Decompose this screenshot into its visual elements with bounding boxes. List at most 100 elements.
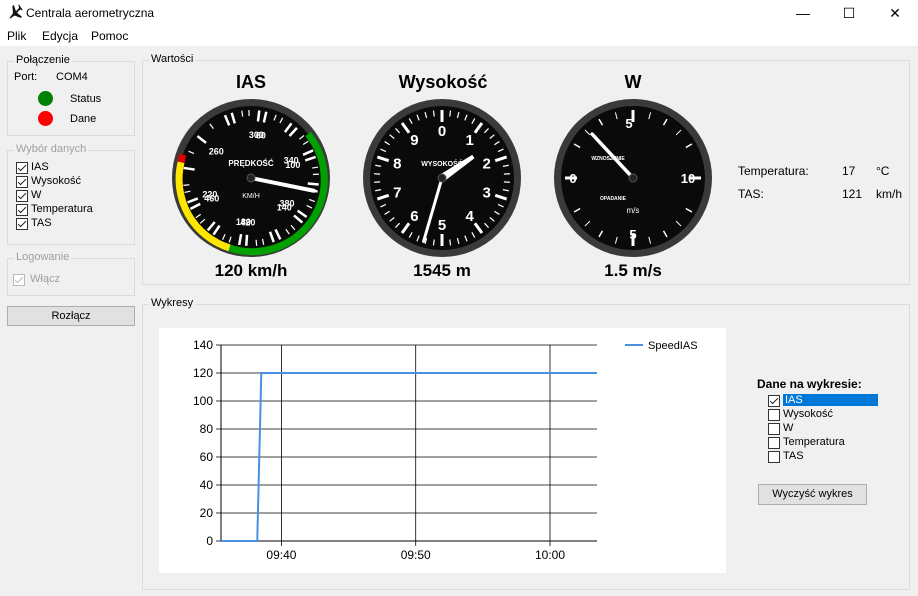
- y-tick-label: 80: [200, 422, 214, 436]
- gauge-tick: [245, 234, 249, 246]
- charts-group-label: Wykresy: [149, 297, 196, 309]
- logging-group: Logowanie Włącz: [7, 251, 135, 296]
- port-label: Port:: [14, 71, 38, 83]
- data-led: [38, 111, 53, 126]
- checkbox-box[interactable]: [768, 395, 780, 407]
- status-led: [38, 91, 53, 106]
- altitude-scale-label: 6: [410, 208, 418, 225]
- values-group-label: Wartości: [149, 53, 196, 65]
- vario-label-left: 0: [569, 171, 576, 186]
- ias-dial-caption: PRĘDKOŚĆ: [228, 159, 274, 168]
- altitude-scale-label: 9: [410, 132, 418, 149]
- tas-unit: km/h: [876, 187, 903, 201]
- checkbox-box[interactable]: [768, 409, 780, 421]
- y-tick-label: 20: [200, 506, 214, 520]
- data-label: Dane: [70, 113, 97, 125]
- menu-plik[interactable]: Plik: [7, 29, 26, 43]
- ias-title: IAS: [235, 72, 266, 92]
- gauge-tick: [449, 239, 452, 246]
- x-tick-label: 09:40: [266, 548, 296, 562]
- altitude-scale-label: 4: [465, 208, 474, 225]
- temperature-value: 17: [842, 164, 856, 178]
- checkbox-box[interactable]: [16, 190, 28, 202]
- y-tick-label: 40: [200, 478, 214, 492]
- checkbox-label: Temperatura: [31, 203, 93, 215]
- altitude-scale-label: 8: [393, 155, 401, 172]
- checkbox-label: TAS: [783, 450, 804, 462]
- chart-x-tick-labels: 09:40 09:50 10:00: [266, 548, 565, 562]
- y-tick-label: 0: [206, 534, 213, 548]
- needle-hub: [437, 173, 447, 183]
- x-tick-label: 10:00: [535, 548, 565, 562]
- status-label: Status: [70, 93, 102, 105]
- gauge-tick: [307, 182, 319, 186]
- checkbox-box[interactable]: [13, 274, 25, 286]
- gauge-tick: [432, 239, 435, 246]
- vario-sink-caption: OPADANIE: [600, 196, 627, 202]
- vario-label-bottom: 5: [629, 227, 636, 242]
- ias-scale-label: 300: [249, 130, 264, 140]
- ias-scale-label: 380: [280, 199, 295, 209]
- gauge-tick: [183, 166, 195, 171]
- ias-scale-label: 340: [284, 156, 299, 166]
- checkbox-label: Wysokość: [31, 175, 82, 187]
- series-panel-title: Dane na wykresie:: [757, 377, 862, 391]
- vario-dial-unit: m/s: [627, 206, 640, 215]
- checkbox-label: IAS: [783, 394, 878, 406]
- checkbox-box[interactable]: [16, 176, 28, 188]
- port-value: COM4: [56, 71, 88, 83]
- checkbox-box[interactable]: [16, 218, 28, 230]
- minimize-button[interactable]: —: [780, 0, 826, 26]
- checkbox-box[interactable]: [16, 204, 28, 216]
- close-button[interactable]: ✕: [872, 0, 918, 26]
- checkbox-box[interactable]: [768, 423, 780, 435]
- y-tick-label: 120: [193, 366, 213, 380]
- legend-speedias: SpeedIAS: [648, 340, 698, 352]
- gauge-tick: [256, 110, 261, 122]
- menu-edycja[interactable]: Edycja: [42, 29, 78, 43]
- checkbox-label: TAS: [31, 217, 52, 229]
- chart-area: 0 20 40 60 80 100 120 140 09:40 09:50 10:00 Speed…: [159, 328, 726, 573]
- connection-group: Połączenie Port: COM4 Status Dane: [7, 54, 135, 136]
- chart-y-tick-labels: 0 20 40 60 80 100 120 140: [193, 338, 213, 548]
- needle-hub: [246, 173, 256, 183]
- altitude-scale-label: 0: [438, 123, 446, 140]
- gauge-tick: [449, 110, 452, 117]
- checkbox-label: IAS: [31, 161, 49, 173]
- clear-chart-button[interactable]: Wyczyść wykres: [758, 484, 867, 505]
- speed-chart: 0 20 40 60 80 100 120 140 09:40 09:50 10:00 Speed…: [193, 338, 698, 562]
- vario-title: W: [624, 72, 642, 92]
- checkbox-label: Temperatura: [783, 436, 845, 448]
- checkbox-box[interactable]: [768, 451, 780, 463]
- checkbox-label: W: [783, 422, 794, 434]
- window-title: Centrala aerometryczna: [26, 6, 155, 20]
- checkbox-label: W: [31, 189, 42, 201]
- altitude-value: 1545 m: [413, 261, 471, 280]
- temperature-label: Temperatura:: [738, 164, 809, 178]
- airplane-icon: [9, 4, 23, 19]
- altitude-scale-label: 7: [393, 185, 401, 202]
- vario-gauge: 5 0 10 5 WZNOSZENIE OPADANIE m/s: [554, 99, 712, 257]
- ias-dial-unit: KM/H: [242, 193, 260, 200]
- checkbox-box[interactable]: [16, 162, 28, 174]
- tas-label: TAS:: [738, 187, 764, 201]
- redline-arc: [177, 153, 187, 163]
- maximize-button[interactable]: ☐: [826, 0, 872, 26]
- altitude-scale-label: 3: [483, 185, 491, 202]
- altitude-scale-label: 2: [483, 155, 491, 172]
- chart-series-ias-checkbox[interactable]: IAS: [768, 394, 880, 408]
- disconnect-button[interactable]: Rozłącz: [7, 306, 135, 326]
- menu-pomoc[interactable]: Pomoc: [91, 29, 128, 43]
- data-selection-group: Wybór danych IAS Wysokość W Temperatura …: [7, 143, 135, 245]
- gauge-tick: [432, 110, 435, 117]
- altitude-scale-label: 5: [438, 217, 446, 234]
- logging-group-label: Logowanie: [14, 251, 72, 263]
- data-selection-group-label: Wybór danych: [14, 143, 89, 155]
- vario-label-top: 5: [625, 116, 632, 131]
- needle-hub: [628, 173, 638, 183]
- altitude-gauge: 0123456789 WYSOKOŚĆ: [363, 99, 521, 257]
- checkbox-label: Włącz: [30, 273, 60, 285]
- tas-value: 121: [842, 187, 863, 201]
- checkbox-box[interactable]: [768, 437, 780, 449]
- ias-value: 120 km/h: [214, 261, 288, 280]
